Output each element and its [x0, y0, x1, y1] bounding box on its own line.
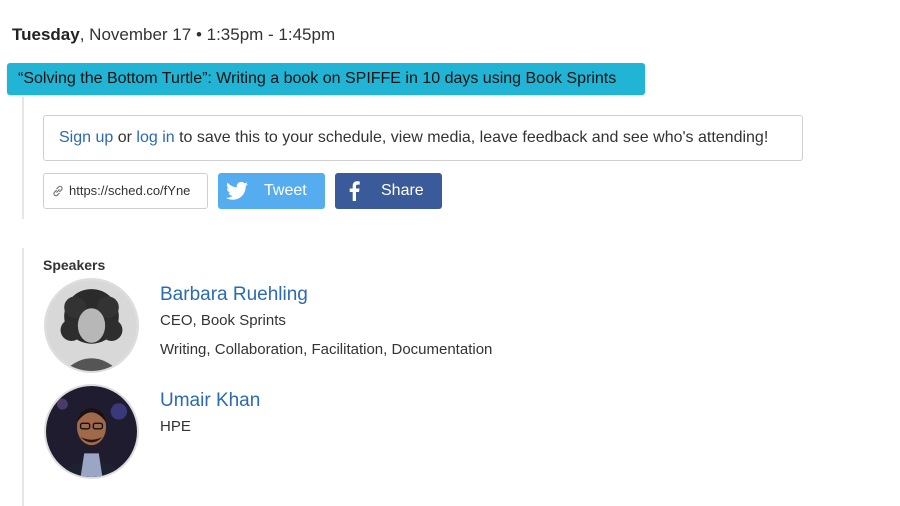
avatar[interactable]	[44, 384, 139, 479]
divider-line	[22, 248, 24, 506]
speakers-heading: Speakers	[43, 257, 106, 273]
link-icon	[53, 185, 63, 197]
speaker-photo	[46, 280, 137, 371]
speaker-title: CEO, Book Sprints	[160, 312, 286, 329]
facebook-icon	[349, 181, 360, 201]
login-link[interactable]: log in	[136, 129, 174, 146]
speaker-name-link[interactable]: Umair Khan	[160, 390, 260, 412]
tweet-label: Tweet	[264, 182, 307, 199]
share-label: Share	[381, 182, 424, 199]
facebook-share-button[interactable]: Share	[335, 173, 442, 209]
signup-or-text: or	[113, 129, 137, 146]
speaker-tags: Writing, Collaboration, Facilitation, Do…	[160, 341, 493, 358]
speaker-name-link[interactable]: Barbara Ruehling	[160, 284, 308, 306]
session-date-time: , November 17 • 1:35pm - 1:45pm	[79, 25, 336, 44]
divider-line	[22, 97, 24, 219]
share-url-field[interactable]: https://sched.co/fYne	[43, 173, 208, 209]
speaker-title: HPE	[160, 418, 191, 435]
share-url-text: https://sched.co/fYne	[69, 183, 191, 198]
twitter-icon	[226, 181, 248, 200]
signup-link[interactable]: Sign up	[59, 129, 113, 146]
session-datetime: Tuesday, November 17 • 1:35pm - 1:45pm	[12, 25, 335, 45]
tweet-button[interactable]: Tweet	[218, 173, 325, 209]
signup-prompt: Sign up or log in to save this to your s…	[43, 115, 803, 161]
session-day: Tuesday	[12, 25, 80, 44]
avatar[interactable]	[44, 278, 139, 373]
speaker-photo	[46, 386, 137, 477]
session-title: “Solving the Bottom Turtle”: Writing a b…	[7, 63, 645, 95]
signup-rest-text: to save this to your schedule, view medi…	[174, 129, 769, 146]
